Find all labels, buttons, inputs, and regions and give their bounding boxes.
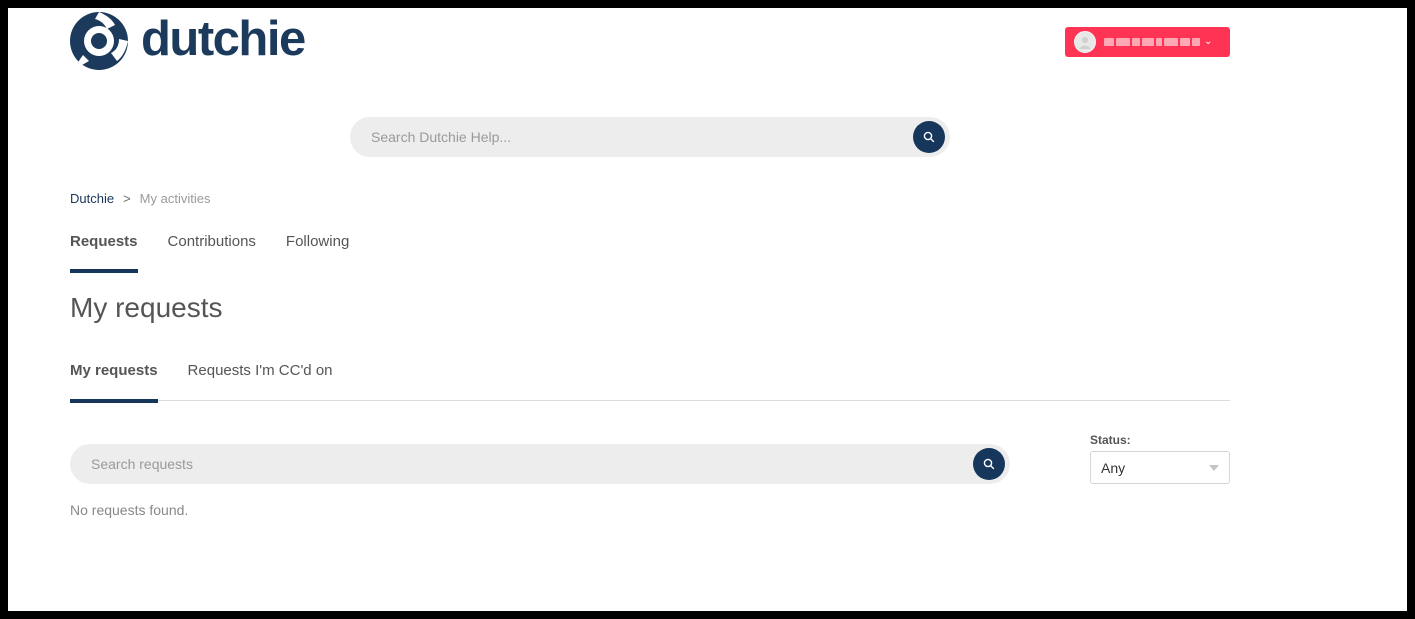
brand-wordmark: dutchie [141,11,306,66]
search-icon [923,131,935,143]
user-avatar-icon [1074,31,1096,53]
brand-logo-link[interactable]: dutchie [69,11,306,71]
user-menu-button[interactable]: ⌄ [1065,27,1230,57]
tab-ccd-requests[interactable]: Requests I'm CC'd on [188,362,333,401]
status-filter-label: Status: [1090,433,1131,447]
activity-tabs: Requests Contributions Following [70,233,379,273]
status-filter-select[interactable]: Any [1090,451,1230,484]
breadcrumb-current: My activities [139,191,211,206]
tab-contributions[interactable]: Contributions [168,233,256,273]
request-search-button[interactable] [973,448,1005,480]
chevron-down-icon: ⌄ [1204,36,1213,47]
help-search-bar [350,117,950,157]
search-icon [983,458,995,470]
breadcrumb-separator: > [123,191,131,206]
dutchie-logo-icon [70,12,128,70]
breadcrumb-root-link[interactable]: Dutchie [70,191,114,206]
help-search-button[interactable] [913,121,945,153]
page-frame: dutchie ⌄ Search Dutchie Help... Dutchie… [8,8,1407,611]
page-title: My requests [70,292,223,323]
help-search-input[interactable] [371,129,913,145]
request-tabs: My requests Requests I'm CC'd on [70,362,1230,403]
tab-my-requests[interactable]: My requests [70,362,158,403]
user-name-redacted [1104,38,1200,46]
tab-requests[interactable]: Requests [70,233,138,273]
request-tabs-bar: My requests Requests I'm CC'd on [70,362,1230,403]
tab-following[interactable]: Following [286,233,349,273]
status-selected-value: Any [1101,459,1126,476]
breadcrumb: Dutchie > My activities [70,191,210,206]
dropdown-arrow-icon [1209,465,1219,471]
empty-state-message: No requests found. [70,502,189,518]
request-search-input[interactable] [91,456,973,472]
request-search-bar [70,444,1010,484]
